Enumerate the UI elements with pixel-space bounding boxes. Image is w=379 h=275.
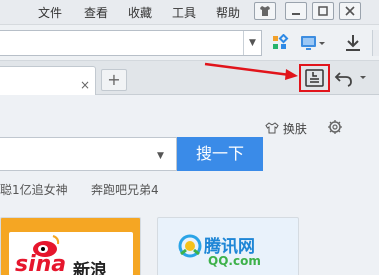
tencent-logo-sub: QQ.com [208,254,261,268]
qq-logo-icon [178,234,202,258]
screenshot-button[interactable] [300,34,326,52]
minimize-button[interactable] [285,2,307,20]
menu-file[interactable]: 文件 [38,4,62,21]
skin-shirt-button[interactable] [254,2,276,20]
search-button[interactable]: 搜一下 [177,137,263,171]
undo-button[interactable] [334,68,370,88]
start-page: 换肤 ▼ 搜一下 聪1亿追女神 奔跑吧兄弟4 sina 新浪 腾讯网 QQ.co… [0,95,379,275]
download-icon [346,35,360,51]
address-toolbar: ▼ [0,25,379,61]
apps-icon [273,33,289,49]
maximize-button[interactable] [312,2,334,20]
annotation-highlight-box [299,64,330,92]
menu-view[interactable]: 查看 [84,4,108,21]
download-button[interactable] [343,33,363,53]
search-input[interactable]: ▼ [0,137,177,171]
site-card-tencent[interactable]: 腾讯网 QQ.com [157,217,299,275]
change-skin-label: 换肤 [282,122,307,136]
address-dropdown-button[interactable]: ▼ [243,31,261,55]
settings-button[interactable] [327,119,343,135]
address-input[interactable]: ▼ [0,30,262,56]
gear-icon [328,120,342,134]
tab-active[interactable]: × [0,66,96,95]
apps-button[interactable] [271,33,289,52]
more-divider [372,30,379,56]
menu-bar: 文件 查看 收藏 工具 帮助 [0,0,379,25]
menu-help[interactable]: 帮助 [216,4,240,21]
hot-search-link[interactable]: 聪1亿追女神 [0,181,68,198]
shirt-icon [265,122,279,134]
sina-logo-cn: 新浪 [73,261,107,275]
site-card-sina[interactable]: sina 新浪 [0,217,141,275]
minimize-icon [292,13,300,15]
undo-icon [334,72,366,87]
tab-close-button[interactable]: × [77,77,93,93]
sina-logo-text: sina [15,252,67,275]
close-button[interactable] [339,2,361,20]
sina-logo: sina 新浪 [9,232,133,275]
hot-search-link[interactable]: 奔跑吧兄弟4 [91,181,159,198]
menu-favorites[interactable]: 收藏 [128,4,152,21]
menu-tools[interactable]: 工具 [172,4,196,21]
search-engine-dropdown-icon[interactable]: ▼ [157,151,164,161]
close-icon [345,6,355,16]
screenshot-icon [301,36,325,50]
new-tab-button[interactable]: + [101,69,127,91]
maximize-icon [318,6,328,16]
shirt-icon [260,6,270,16]
change-skin-link[interactable]: 换肤 [265,120,307,137]
